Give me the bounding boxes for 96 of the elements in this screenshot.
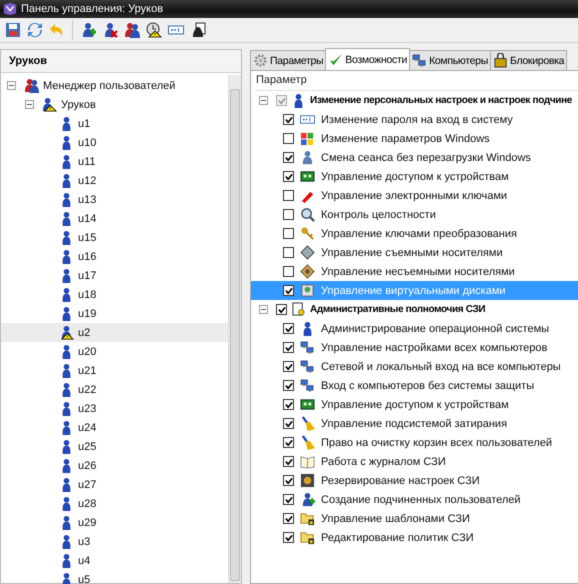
checkbox[interactable]: [276, 304, 287, 315]
checkbox[interactable]: [283, 513, 294, 524]
gear-icon: [253, 53, 268, 68]
user-icon: [300, 150, 315, 165]
checkbox[interactable]: [283, 475, 294, 486]
chip-icon: [300, 169, 315, 184]
collapse-toggle[interactable]: [7, 81, 16, 90]
checkbox[interactable]: [283, 532, 294, 543]
tree-item[interactable]: u2: [1, 323, 228, 342]
tree-item[interactable]: u13: [1, 190, 228, 209]
tree-item[interactable]: u16: [1, 247, 228, 266]
backup-icon: [300, 473, 315, 488]
tree-item[interactable]: u14: [1, 209, 228, 228]
folder-lock-icon: [300, 511, 315, 526]
tab[interactable]: Параметры: [250, 50, 326, 70]
computers-icon: [300, 340, 315, 355]
group-warning-icon: [42, 97, 57, 112]
checkbox[interactable]: [283, 399, 294, 410]
checkbox[interactable]: [283, 456, 294, 467]
permission-row[interactable]: Работа с журналом СЗИ: [251, 452, 578, 471]
permission-row[interactable]: Создание подчиненных пользователей: [251, 490, 578, 509]
permission-row[interactable]: Управление доступом к устройствам: [251, 395, 578, 414]
tree-item[interactable]: u21: [1, 361, 228, 380]
chip-icon: [300, 397, 315, 412]
window-grid-icon: [300, 131, 315, 146]
permission-row[interactable]: Резервирование настроек СЗИ: [251, 471, 578, 490]
panel-title: Уруков: [1, 50, 241, 73]
tab[interactable]: Компьютеры: [409, 50, 491, 70]
tree-item[interactable]: u29: [1, 513, 228, 532]
window-title: Панель управления: Уруков: [21, 3, 164, 15]
checkbox[interactable]: [283, 437, 294, 448]
tree-item[interactable]: Уруков: [1, 95, 228, 114]
checkbox[interactable]: [283, 380, 294, 391]
permission-row[interactable]: Администрирование операционной системы: [251, 319, 578, 338]
group-label: Изменение персональных настроек и настроек подчине: [310, 95, 572, 106]
broom-icon: [300, 435, 315, 450]
permission-row[interactable]: Сетевой и локальный вход на все компьютеры: [251, 357, 578, 376]
checkbox[interactable]: [283, 418, 294, 429]
tree-item[interactable]: u26: [1, 456, 228, 475]
tree-item[interactable]: u20: [1, 342, 228, 361]
tree-item[interactable]: u10: [1, 133, 228, 152]
tab[interactable]: Возможности: [325, 48, 410, 70]
tree-item[interactable]: u5: [1, 570, 228, 584]
collapse-toggle[interactable]: [259, 305, 268, 314]
tree-item[interactable]: Менеджер пользователей: [1, 76, 228, 95]
collapse-toggle[interactable]: [25, 100, 34, 109]
refresh-button[interactable]: [26, 21, 44, 39]
permission-row[interactable]: Управление настройками всех компьютеров: [251, 338, 578, 357]
checkbox[interactable]: [283, 342, 294, 353]
tree-item[interactable]: u19: [1, 304, 228, 323]
user-warning-icon: [59, 325, 74, 340]
save-button[interactable]: [4, 21, 22, 39]
checkmark-icon: [328, 52, 344, 67]
tree-item[interactable]: u12: [1, 171, 228, 190]
app-icon: [3, 2, 17, 16]
drive-icon: [300, 283, 315, 298]
checkbox[interactable]: [283, 323, 294, 334]
tree-item[interactable]: u11: [1, 152, 228, 171]
checkbox[interactable]: [283, 361, 294, 372]
tree-item[interactable]: u4: [1, 551, 228, 570]
folder-lock-icon: [300, 530, 315, 545]
book-icon: [300, 454, 315, 469]
computer-icon: [412, 53, 428, 68]
diamond-icon: [300, 245, 315, 260]
clock-warning-button[interactable]: [145, 21, 163, 39]
computers-icon: [300, 359, 315, 374]
tree-item[interactable]: u25: [1, 437, 228, 456]
users-button[interactable]: [123, 21, 141, 39]
column-header[interactable]: Параметр: [255, 71, 578, 91]
tree-item[interactable]: u18: [1, 285, 228, 304]
permission-row[interactable]: Редактирование политик СЗИ: [251, 528, 578, 547]
permission-row[interactable]: Право на очистку корзин всех пользователей: [251, 433, 578, 452]
document-icon: [291, 302, 306, 317]
tree-item[interactable]: u17: [1, 266, 228, 285]
tree-item[interactable]: u3: [1, 532, 228, 551]
group-label: Административные полномочия СЗИ: [310, 304, 486, 315]
tree-item[interactable]: u27: [1, 475, 228, 494]
tree-item[interactable]: u28: [1, 494, 228, 513]
scrollbar[interactable]: [228, 75, 241, 583]
permission-row[interactable]: Управление шаблонами СЗИ: [251, 509, 578, 528]
magnifier-icon: [300, 207, 315, 222]
tree-item[interactable]: u15: [1, 228, 228, 247]
permission-row[interactable]: Управление подсистемой затирания: [251, 414, 578, 433]
lock-icon: [492, 53, 508, 68]
tree-item[interactable]: u22: [1, 380, 228, 399]
checkbox[interactable]: [283, 494, 294, 505]
broom-icon: [300, 416, 315, 431]
key-icon: [300, 226, 315, 241]
user-add-icon: [300, 492, 315, 507]
tab[interactable]: Блокировка: [490, 50, 568, 70]
permission-row[interactable]: Вход с компьютеров без системы защиты: [251, 376, 578, 395]
tree-item[interactable]: u23: [1, 399, 228, 418]
tree-item[interactable]: u24: [1, 418, 228, 437]
users-icon: [24, 78, 39, 93]
computers-icon: [300, 378, 315, 393]
tree-item[interactable]: u1: [1, 114, 228, 133]
